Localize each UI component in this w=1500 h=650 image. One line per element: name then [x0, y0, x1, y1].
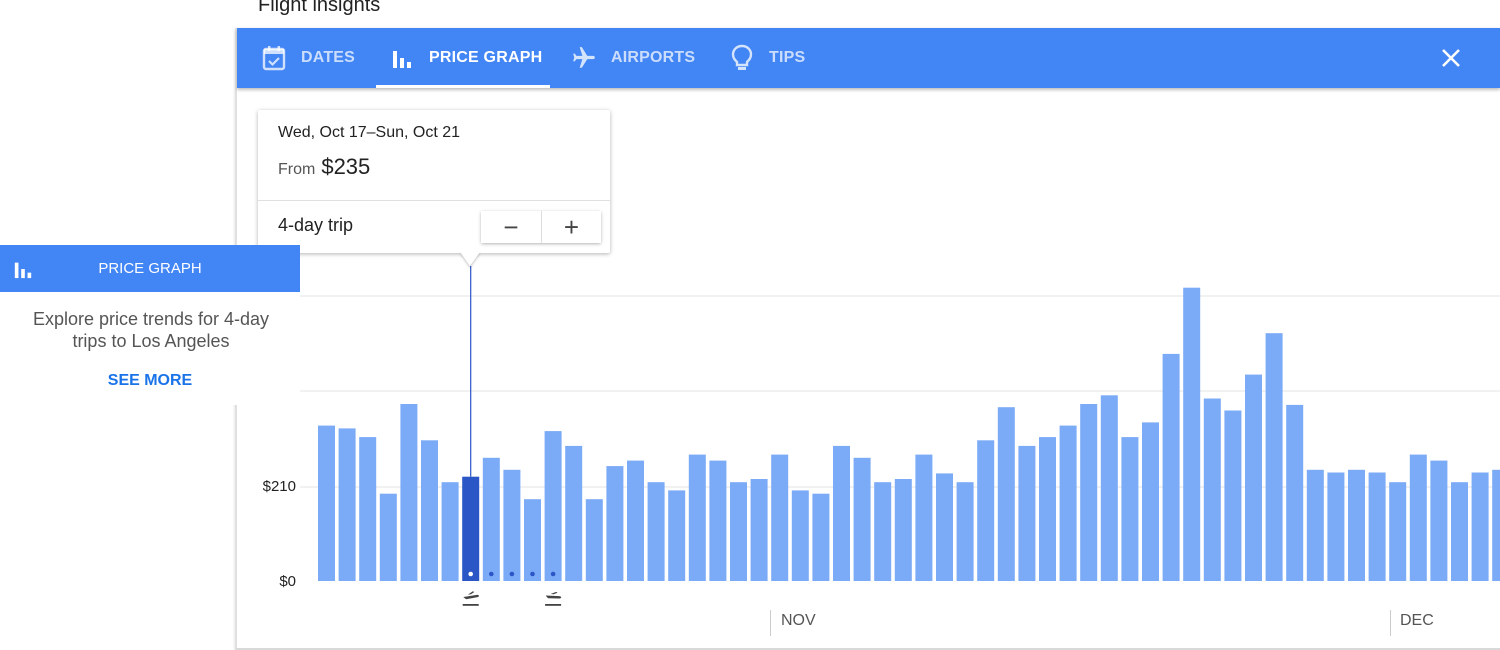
close-button[interactable] — [1438, 45, 1464, 71]
tab-airports[interactable]: AIRPORTS — [571, 28, 695, 88]
airplane-icon — [571, 45, 597, 71]
tooltip-divider — [258, 200, 610, 201]
insights-toolbar: DATES PRICE GRAPH AIRPORTS TIPS — [237, 28, 1500, 88]
calendar-check-icon — [261, 45, 287, 71]
trip-length-stepper: − + — [481, 211, 601, 243]
price-graph-promo: PRICE GRAPH Explore price trends for 4-d… — [0, 245, 300, 405]
tab-tips[interactable]: TIPS — [729, 28, 805, 88]
tab-dates[interactable]: DATES — [261, 28, 355, 88]
tab-tips-label: TIPS — [769, 49, 806, 66]
tooltip-pointer — [460, 252, 480, 266]
tooltip-price: $235 — [321, 154, 371, 179]
trip-length-label: 4-day trip — [278, 215, 354, 235]
price-tooltip: Wed, Oct 17–Sun, Oct 21 From $235 4-day … — [258, 110, 610, 266]
bar-chart-icon — [13, 259, 33, 283]
promo-header: PRICE GRAPH — [0, 245, 300, 292]
increase-trip-button[interactable]: + — [541, 211, 601, 243]
tab-price-graph[interactable]: PRICE GRAPH — [389, 28, 542, 88]
decrease-trip-button[interactable]: − — [481, 211, 541, 243]
page-title: Flight insights — [258, 0, 381, 16]
tooltip-price-row: From $235 — [278, 154, 370, 180]
tooltip-from-label: From — [278, 161, 316, 178]
active-tab-indicator — [376, 85, 550, 88]
tab-dates-label: DATES — [301, 49, 356, 66]
tooltip-dates: Wed, Oct 17–Sun, Oct 21 — [278, 124, 461, 141]
bar-chart-icon — [389, 45, 415, 71]
see-more-link[interactable]: SEE MORE — [0, 372, 300, 390]
tab-airports-label: AIRPORTS — [611, 49, 696, 66]
close-icon — [1442, 49, 1460, 67]
tab-price-graph-label: PRICE GRAPH — [429, 49, 543, 66]
promo-description: Explore price trends for 4-day trips to … — [32, 309, 270, 351]
lightbulb-icon — [729, 44, 755, 71]
promo-header-label: PRICE GRAPH — [98, 260, 202, 277]
